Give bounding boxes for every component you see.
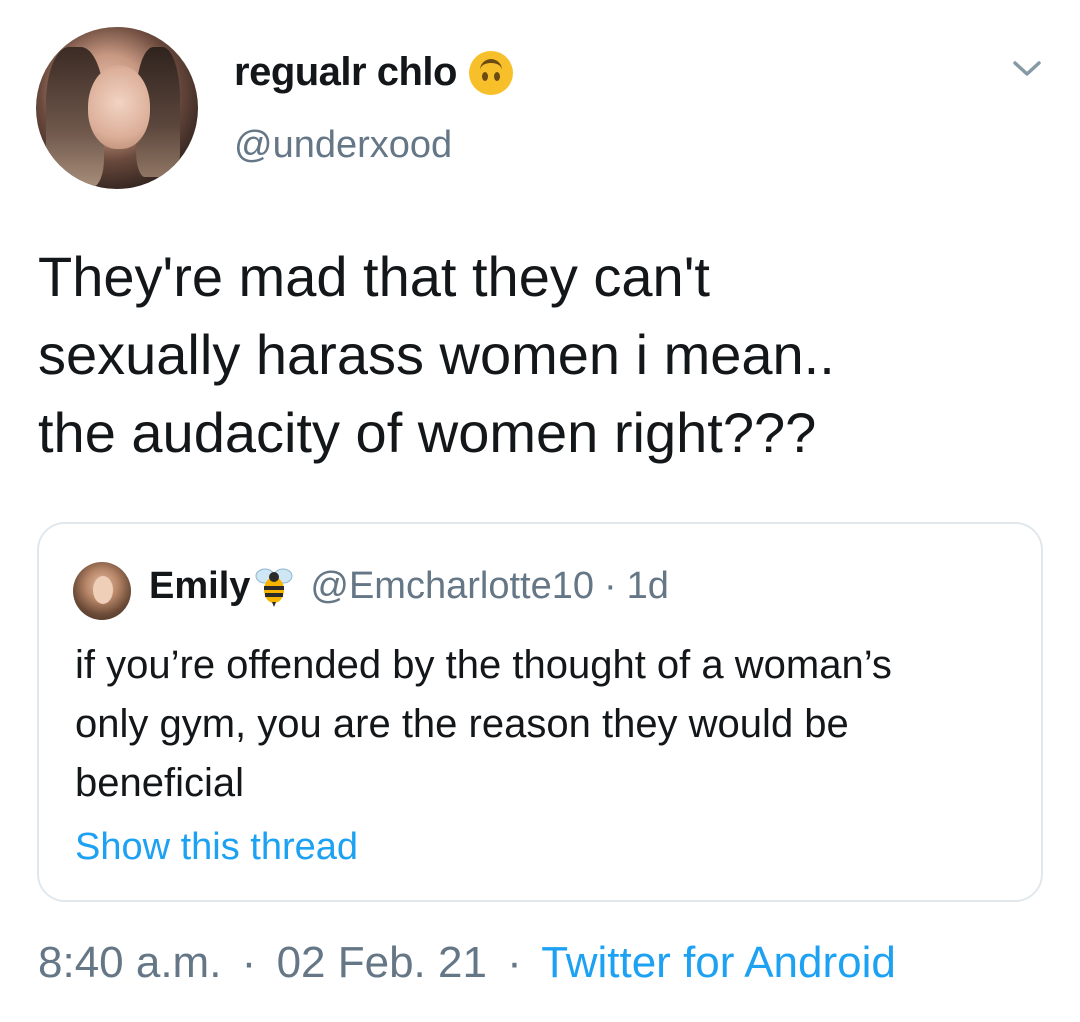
upside-down-face-emoji-icon — [468, 50, 513, 95]
footer-separator: · — [507, 938, 522, 987]
quoted-author-avatar[interactable] — [73, 562, 131, 620]
footer-separator: · — [241, 938, 257, 987]
quoted-author-handle[interactable]: @Emcharlotte10 — [310, 565, 594, 608]
tweet-date[interactable]: 02 Feb. 21 — [277, 938, 487, 987]
tweet-source-link[interactable]: Twitter for Android — [541, 938, 896, 987]
quoted-text-line: beneficial — [75, 761, 245, 805]
author-avatar[interactable] — [36, 27, 198, 189]
show-thread-link[interactable]: Show this thread — [75, 826, 358, 869]
quoted-tweet-card[interactable]: Emily @Emcharlotte10 · 1d if you’re offe… — [37, 522, 1043, 902]
quoted-tweet-age: 1d — [626, 564, 669, 607]
quoted-text-line: only gym, you are the reason they would … — [75, 702, 849, 746]
tweet-text-line: They're mad that they can't — [38, 245, 710, 308]
meta-separator: · — [603, 564, 617, 607]
author-display-name[interactable]: regualr chlo — [234, 50, 513, 95]
tweet-time[interactable]: 8:40 a.m. — [38, 938, 221, 987]
tweet-text-line: the audacity of women right??? — [38, 401, 817, 464]
tweet-text-line: sexually harass women i mean.. — [38, 323, 835, 386]
author-handle[interactable]: @underxood — [234, 124, 452, 167]
quoted-tweet-header: Emily @Emcharlotte10 · 1d — [149, 564, 669, 608]
quoted-avatar-face — [93, 576, 113, 604]
quoted-author-name[interactable]: Emily — [149, 565, 250, 608]
quoted-text-line: if you’re offended by the thought of a w… — [75, 643, 892, 687]
author-name-text: regualr chlo — [234, 50, 457, 94]
tweet-text: They're mad that they can't sexually har… — [38, 238, 1038, 472]
caret-down-icon[interactable] — [1012, 58, 1042, 80]
quoted-tweet-text: if you’re offended by the thought of a w… — [75, 636, 1025, 813]
tweet-footer: 8:40 a.m. · 02 Feb. 21 · Twitter for And… — [38, 938, 896, 988]
honeybee-emoji-icon — [255, 568, 293, 607]
avatar-face — [88, 65, 150, 149]
